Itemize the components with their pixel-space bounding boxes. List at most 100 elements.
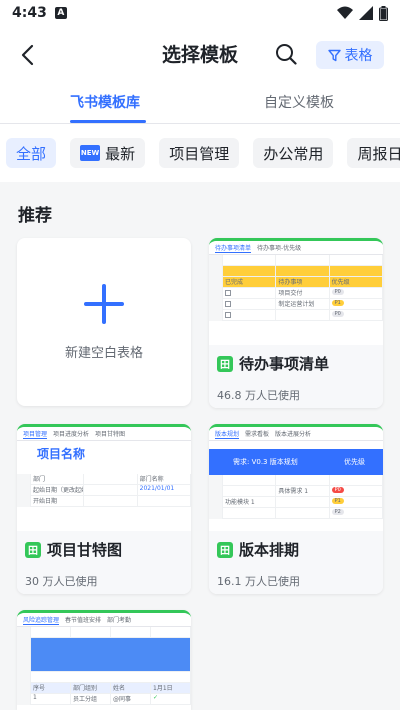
preview-tab: 部门考勤	[107, 617, 132, 624]
chip-latest[interactable]: NEW 最新	[70, 138, 146, 168]
table-row	[17, 637, 191, 672]
filter-label: 表格	[344, 48, 373, 64]
table-cell: 待办事项	[276, 276, 330, 288]
search-icon	[276, 44, 297, 65]
table-row	[209, 254, 383, 266]
blank-card-label: 新建空白表格	[64, 345, 143, 361]
template-card-version[interactable]: 版本规划 需求看板 版本进展分析 需求: V0.3 版本规划 优先级 具体需求 1…	[209, 424, 383, 594]
chip-weekly-report[interactable]: 周报日志	[347, 138, 400, 168]
table-cell: 1	[31, 693, 71, 705]
table-cell: 员工分组	[71, 693, 111, 705]
table-row	[209, 265, 383, 277]
preview-tab: 春节值班安排	[65, 617, 102, 624]
table-cell: @同事	[111, 693, 151, 705]
chip-label: 办公常用	[263, 144, 324, 163]
chevron-left-icon	[21, 44, 34, 66]
template-usage: 30 万人已使用	[25, 575, 98, 588]
template-usage: 46.8 万人已使用	[217, 389, 300, 402]
chip-label: 最新	[105, 144, 136, 163]
category-chips: 全部 NEW最新 项目管理 办公常用 周报日志	[0, 124, 400, 182]
table-row: 项目交付 P0	[209, 287, 383, 299]
table-row: 起始日期（更改起始更新） 2021/01/01	[17, 484, 191, 496]
table-cell: 项目交付	[276, 287, 330, 299]
template-name: 待办事项清单	[239, 355, 330, 373]
table-row: 开始日期	[17, 495, 191, 507]
status-bar: 4:43 A	[0, 0, 400, 26]
template-name: 版本排期	[239, 541, 300, 559]
priority-pill: P1	[331, 497, 344, 504]
table-cell: 姓名	[111, 682, 151, 694]
section-title: 推荐	[18, 206, 52, 226]
template-preview: 项目管理 项目进度分析 项目甘特图 项目名称 部门 部门名称 起始日期（更改起始更…	[17, 427, 191, 531]
table-cell: 已完成	[223, 276, 277, 288]
chip-all[interactable]: 全部	[6, 138, 57, 168]
preview-banner: 需求: V0.3 版本规划 优先级	[209, 449, 383, 475]
template-info: 田 待办事项清单 46.8 万人已使用	[209, 345, 383, 408]
wifi-icon	[337, 6, 353, 19]
banner-text: 需求: V0.3 版本规划	[233, 458, 298, 466]
checkbox-icon	[225, 311, 231, 318]
chip-office[interactable]: 办公常用	[253, 138, 334, 168]
preview-tabs: 版本规划 需求看板 版本进展分析	[209, 427, 383, 441]
new-blank-sheet-card[interactable]: 新建空白表格	[17, 238, 191, 406]
table-cell: 具体需求 1	[276, 485, 330, 497]
table-cell: 1月1日	[151, 682, 191, 694]
template-usage: 16.1 万人已使用	[217, 575, 300, 588]
battery-icon	[379, 5, 388, 21]
template-card-todo[interactable]: 待办事项清单 待办事项-优先级 已完成 待办事项 优先级 项目交付 P0 制定运营计划…	[209, 238, 383, 408]
template-preview: 版本规划 需求看板 版本进展分析 需求: V0.3 版本规划 优先级 具体需求 1…	[209, 427, 383, 531]
banner-right-text: 优先级	[344, 458, 365, 466]
table-row	[209, 474, 383, 486]
preview-tab: 版本规划	[215, 430, 240, 439]
template-info: 田 版本排期 16.1 万人已使用	[209, 531, 383, 594]
chip-project-management[interactable]: 项目管理	[159, 138, 240, 168]
table-row	[17, 671, 191, 683]
table-row: P0	[209, 309, 383, 321]
table-row: 已完成 待办事项 优先级	[209, 276, 383, 288]
filter-button[interactable]: 表格	[316, 41, 384, 69]
preview-tab: 风险追踪管理	[23, 616, 60, 625]
chip-label: 周报日志	[357, 144, 400, 163]
app-header: 选择模板 表格	[0, 26, 400, 82]
priority-pill: P1	[331, 299, 344, 306]
template-preview: 风险追踪管理 春节值班安排 部门考勤 序号 部门组别 姓名 1月1日 1 员工分组 @同事…	[17, 613, 191, 710]
template-card-attendance[interactable]: 风险追踪管理 春节值班安排 部门考勤 序号 部门组别 姓名 1月1日 1 员工分组 @同事…	[17, 610, 191, 710]
template-card-gantt[interactable]: 项目管理 项目进度分析 项目甘特图 项目名称 部门 部门名称 起始日期（更改起始更…	[17, 424, 191, 594]
table-cell: 制定运营计划	[276, 298, 330, 310]
table-row: P2	[209, 507, 383, 519]
table-row: 功能模块 1 P1	[209, 496, 383, 508]
preview-tabs: 风险追踪管理 春节值班安排 部门考勤	[17, 613, 191, 627]
table-cell	[84, 484, 138, 496]
status-time: 4:43	[12, 5, 47, 21]
table-cell	[276, 309, 330, 321]
tab-feishu-library[interactable]: 飞书模板库	[70, 92, 140, 112]
new-badge-icon: NEW	[80, 145, 101, 161]
preview-tab: 项目甘特图	[95, 431, 126, 438]
priority-pill: P0	[331, 486, 344, 493]
table-row: 制定运营计划 P1	[209, 298, 383, 310]
table-cell: 2021/01/01	[138, 484, 191, 496]
table-cell	[84, 495, 138, 507]
chip-label: 全部	[16, 144, 47, 163]
table-cell: 部门组别	[71, 682, 111, 694]
template-preview: 待办事项清单 待办事项-优先级 已完成 待办事项 优先级 项目交付 P0 制定运营计划…	[209, 241, 383, 345]
sim-icon: A	[54, 7, 67, 19]
preview-tab: 项目进度分析	[53, 431, 90, 438]
sheet-icon: 田	[217, 541, 233, 558]
table-cell: 开始日期	[31, 495, 85, 507]
table-row: 部门 部门名称	[17, 473, 191, 485]
checkbox-icon	[225, 289, 231, 296]
priority-pill: P0	[331, 288, 344, 295]
back-button[interactable]	[14, 42, 40, 68]
table-cell: 部门名称	[138, 473, 191, 485]
preview-tab: 需求看板	[245, 431, 270, 438]
tab-custom-templates[interactable]: 自定义模板	[264, 92, 334, 112]
preview-tabs: 项目管理 项目进度分析 项目甘特图	[17, 427, 191, 441]
table-cell: 序号	[31, 682, 71, 694]
template-name: 项目甘特图	[47, 541, 123, 559]
preview-tab: 版本进展分析	[275, 431, 312, 438]
preview-tab: 待办事项清单	[215, 244, 252, 253]
priority-pill: P2	[331, 508, 344, 515]
priority-pill: P0	[331, 310, 344, 317]
search-button[interactable]	[272, 40, 300, 68]
